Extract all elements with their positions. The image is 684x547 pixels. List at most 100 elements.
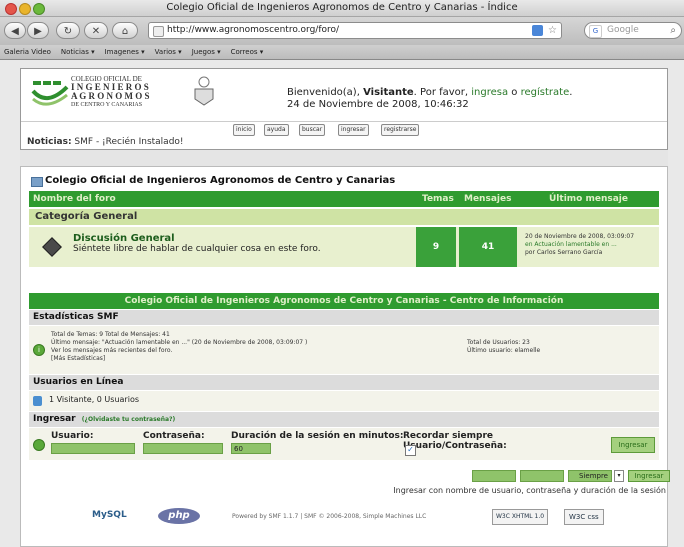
info-icon: i xyxy=(33,344,45,356)
col-posts: Mensajes xyxy=(464,194,512,204)
mysql-logo[interactable]: MySQL xyxy=(92,510,127,520)
menu-inicio[interactable]: inicio xyxy=(233,124,255,136)
php-logo[interactable]: php xyxy=(158,508,200,524)
online-title: Usuarios en Línea xyxy=(29,375,659,390)
browser-toolbar: ◀ ▶ ↻ ✕ ⌂ http://www.agronomoscentro.org… xyxy=(0,17,684,45)
bookmark-item-3[interactable]: Varios ▾ xyxy=(155,48,182,56)
board-table-header: Nombre del foro Temas Mensajes Último me… xyxy=(29,191,659,207)
welcome-prefix: Bienvenido(a), xyxy=(287,87,364,98)
logo-line3: A G R O N O M O S xyxy=(71,91,150,101)
menu-ingresar[interactable]: ingresar xyxy=(338,124,369,136)
stats-users-total: Total de Usuarios: 23 xyxy=(467,339,530,346)
stats-more-link[interactable]: [Más Estadísticas] xyxy=(51,355,307,363)
stats-last-post[interactable]: Último mensaje: "Actuación lamentable en… xyxy=(51,339,307,347)
quick-login-button[interactable]: Ingresar xyxy=(628,470,670,482)
last-post-date: 20 de Noviembre de 2008, 03:09:07 xyxy=(525,233,635,240)
forum-page: COLEGIO OFICIAL DE I N G E N I E R O S A… xyxy=(20,68,670,547)
forward-button[interactable]: ▶ xyxy=(27,22,49,39)
username-input[interactable] xyxy=(51,443,135,454)
reload-button[interactable]: ↻ xyxy=(56,22,80,39)
rss-icon[interactable] xyxy=(532,25,543,36)
board-section-title[interactable]: Colegio Oficial de Ingenieros Agronomos … xyxy=(45,175,395,186)
password-input[interactable] xyxy=(143,443,223,454)
col-forum-name: Nombre del foro xyxy=(33,194,116,204)
news-text: SMF - ¡Recién Instalado! xyxy=(71,137,184,147)
quick-username-input[interactable] xyxy=(472,470,516,482)
forum-name-link[interactable]: Discusión General xyxy=(73,233,321,244)
forum-header: COLEGIO OFICIAL DE I N G E N I E R O S A… xyxy=(20,68,668,150)
logo[interactable]: COLEGIO OFICIAL DE I N G E N I E R O S A… xyxy=(31,75,257,119)
online-row: 1 Visitante, 0 Usuarios xyxy=(29,391,659,411)
password-label: Contraseña: xyxy=(143,431,205,441)
login-row: Usuario: Contraseña: Duración de la sesi… xyxy=(29,428,659,460)
forum-menu: inicio ayuda buscar ingresar registrarse xyxy=(21,121,667,136)
search-icon[interactable]: ⌕ xyxy=(670,23,676,38)
quick-duration-select[interactable]: Siempre xyxy=(568,470,612,482)
footer: MySQL php Powered by SMF 1.1.7 | SMF © 2… xyxy=(28,508,660,526)
forum-info: Discusión General Siéntete libre de habl… xyxy=(73,233,321,254)
last-post-author[interactable]: por Carlos Serrano García xyxy=(525,249,602,256)
dropdown-arrow-icon[interactable]: ▾ xyxy=(614,470,624,482)
logo-emblem-icon xyxy=(31,81,69,106)
quick-password-input[interactable] xyxy=(520,470,564,482)
bookmark-item-0[interactable]: Galeria Video xyxy=(4,48,51,56)
window-title: Colegio Oficial de Ingenieros Agronomos … xyxy=(166,2,518,13)
login-icon xyxy=(33,439,45,451)
page-content: COLEGIO OFICIAL DE I N G E N I E R O S A… xyxy=(0,60,684,547)
col-last-post: Último mensaje xyxy=(549,194,628,204)
logo-line4: DE CENTRO Y CANARIAS xyxy=(71,102,143,108)
current-date: 24 de Noviembre de 2008, 10:46:32 xyxy=(287,99,469,110)
forum-row: Discusión General Siéntete libre de habl… xyxy=(29,227,659,267)
forum-posts-count: 41 xyxy=(459,227,517,267)
welcome-end: . xyxy=(569,87,573,98)
menu-buscar[interactable]: buscar xyxy=(299,124,326,136)
register-link[interactable]: regístrate xyxy=(521,87,570,98)
login-title-text: Ingresar xyxy=(33,414,76,424)
search-field[interactable]: G Google ⌕ xyxy=(584,22,682,39)
news-label: Noticias: xyxy=(27,137,72,147)
star-icon[interactable]: ☆ xyxy=(548,23,557,38)
stats-recent-link[interactable]: Ver los mensajes más recientes del foro. xyxy=(51,347,307,355)
address-text: http://www.agronomoscentro.org/foro/ xyxy=(167,25,340,35)
forum-description: Siéntete libre de hablar de cualquier co… xyxy=(73,244,321,254)
online-text: 1 Visitante, 0 Usuarios xyxy=(49,395,139,404)
logo-text: COLEGIO OFICIAL DE I N G E N I E R O S A… xyxy=(71,75,201,109)
crest-icon xyxy=(194,76,214,106)
last-post-topic-link[interactable]: en Actuación lamentable en ... xyxy=(525,241,659,249)
category-row[interactable]: Categoría General xyxy=(29,209,659,225)
welcome-mid: . Por favor, xyxy=(413,87,472,98)
remember-checkbox[interactable]: ✓ xyxy=(405,445,416,456)
quick-login-caption: Ingresar con nombre de usuario, contrase… xyxy=(393,486,666,495)
login-link[interactable]: ingresa xyxy=(471,87,508,98)
stop-button[interactable]: ✕ xyxy=(84,22,108,39)
menu-registrarse[interactable]: registrarse xyxy=(381,124,420,136)
bookmarks-bar: Galeria Video Noticias ▾ Imagenes ▾ Varios … xyxy=(0,45,684,60)
forum-diamond-icon xyxy=(42,237,62,257)
col-topics: Temas xyxy=(422,194,454,204)
bookmark-item-5[interactable]: Correos ▾ xyxy=(231,48,264,56)
user-label: Usuario: xyxy=(51,431,94,441)
menu-ayuda[interactable]: ayuda xyxy=(264,124,289,136)
welcome-text: Bienvenido(a), Visitante. Por favor, ing… xyxy=(287,87,572,111)
back-button[interactable]: ◀ xyxy=(4,22,26,39)
css-badge[interactable]: W3C css xyxy=(564,509,604,525)
bookmark-item-2[interactable]: Imagenes ▾ xyxy=(105,48,145,56)
stats-totals: Total de Temas: 9 Total de Mensajes: 41 xyxy=(51,331,170,338)
xhtml-badge[interactable]: W3C XHTML 1.0 xyxy=(492,509,549,525)
google-icon: G xyxy=(589,25,602,38)
bookmark-item-4[interactable]: Juegos ▾ xyxy=(192,48,221,56)
duration-input[interactable]: 60 xyxy=(231,443,271,454)
login-submit-button[interactable]: Ingresar xyxy=(611,437,655,453)
stats-text: Total de Temas: 9 Total de Mensajes: 41 … xyxy=(51,331,307,363)
users-online-icon xyxy=(33,396,42,406)
forum-last-post: 20 de Noviembre de 2008, 03:09:07 en Act… xyxy=(523,227,659,267)
bookmark-item-1[interactable]: Noticias ▾ xyxy=(61,48,95,56)
forgot-password-link[interactable]: (¿Olvidaste tu contraseña?) xyxy=(82,416,176,423)
bookmarks-list: Galeria Video Noticias ▾ Imagenes ▾ Varios … xyxy=(0,45,684,59)
stats-row: i Total de Temas: 9 Total de Mensajes: 4… xyxy=(29,326,659,374)
address-bar[interactable]: http://www.agronomoscentro.org/foro/ ☆ xyxy=(148,22,562,39)
stats-last-user[interactable]: Último usuario: elamelle xyxy=(467,347,540,355)
home-button[interactable]: ⌂ xyxy=(112,22,138,39)
info-center-header: Colegio Oficial de Ingenieros Agronomos … xyxy=(29,293,659,309)
duration-label: Duración de la sesión en minutos: xyxy=(231,431,404,441)
